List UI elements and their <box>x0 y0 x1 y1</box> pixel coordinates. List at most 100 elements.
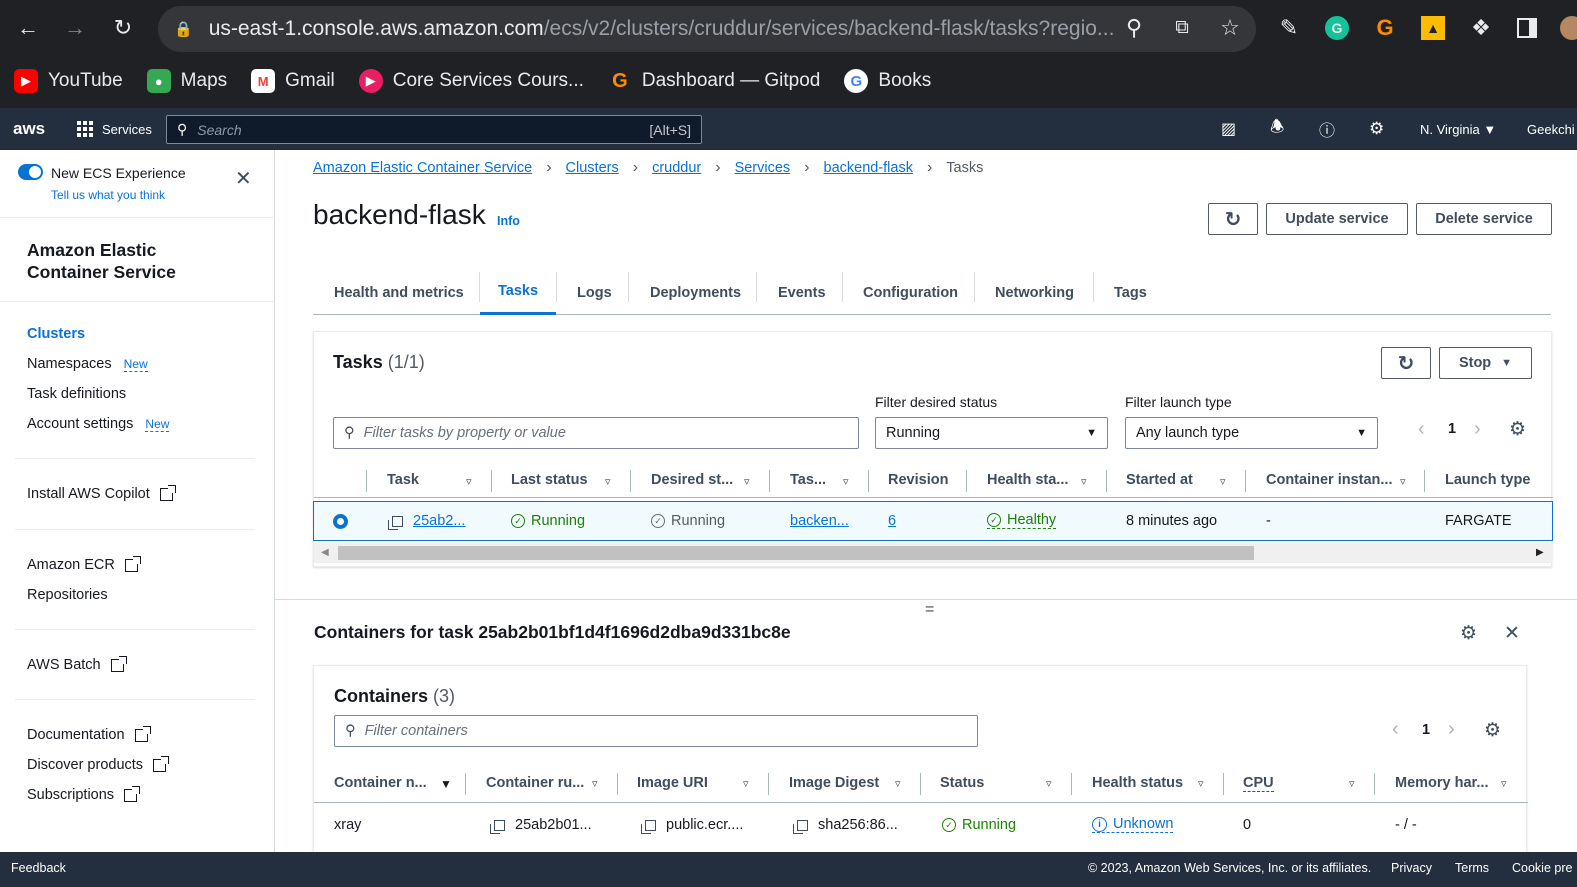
sort-caret-icon[interactable]: ▿ <box>605 475 611 488</box>
cell-task-definition[interactable]: backen... <box>790 513 849 529</box>
back-icon[interactable]: ← <box>14 14 42 42</box>
col-image-uri[interactable]: Image URI <box>637 775 708 791</box>
sort-caret-icon[interactable]: ▿ <box>1198 777 1204 790</box>
sidebar-item-aws-batch[interactable]: AWS Batch <box>27 655 127 673</box>
copy-icon[interactable] <box>793 819 808 834</box>
tab-logs[interactable]: Logs <box>577 270 612 315</box>
terms-link[interactable]: Terms <box>1455 861 1489 875</box>
desired-status-select[interactable]: Running ▼ <box>875 417 1108 449</box>
cell-task[interactable]: 25ab2... <box>388 513 465 530</box>
bookmark-core-services[interactable]: ▶ Core Services Cours... <box>358 69 584 93</box>
table-row[interactable] <box>313 501 1553 541</box>
sidebar-item-account-settings[interactable]: Account settings New <box>27 416 170 432</box>
sort-caret-icon[interactable]: ▿ <box>1220 475 1226 488</box>
bookmark-maps[interactable]: ● Maps <box>146 69 227 93</box>
tab-tasks[interactable]: Tasks <box>480 270 556 315</box>
forward-icon[interactable]: → <box>61 14 89 42</box>
next-page-icon[interactable]: › <box>1448 718 1455 741</box>
copy-icon[interactable] <box>490 819 505 834</box>
sort-caret-icon[interactable]: ▿ <box>1046 777 1052 790</box>
sort-caret-icon[interactable]: ▿ <box>744 475 750 488</box>
drawer-settings-gear-icon[interactable]: ⚙ <box>1460 622 1477 645</box>
resize-handle-icon[interactable]: = <box>925 601 934 619</box>
sort-caret-icon[interactable]: ▿ <box>843 475 849 488</box>
grammarly-icon[interactable]: G <box>1323 14 1351 42</box>
bookmark-gitpod[interactable]: G Dashboard — Gitpod <box>608 69 820 93</box>
cell-health-status[interactable]: i Unknown <box>1092 816 1174 833</box>
gitpod-extension-icon[interactable]: G <box>1371 14 1399 42</box>
update-service-button[interactable]: Update service <box>1266 203 1408 235</box>
col-container-name[interactable]: Container n... <box>334 775 427 791</box>
sort-caret-icon[interactable]: ▿ <box>743 777 749 790</box>
bookmark-youtube[interactable]: ▶ YouTube <box>14 69 123 93</box>
sidebar-item-repositories[interactable]: Repositories <box>27 587 108 603</box>
sort-caret-icon[interactable]: ▿ <box>466 475 472 488</box>
tasks-filter-input[interactable]: ⚲ Filter tasks by property or value <box>333 417 859 449</box>
tab-deployments[interactable]: Deployments <box>650 270 741 315</box>
account-menu[interactable]: Geekchi <box>1527 108 1575 150</box>
prev-page-icon[interactable]: ‹ <box>1392 718 1399 741</box>
horizontal-scrollbar[interactable]: ◀ ▶ <box>314 543 1553 563</box>
split-divider[interactable] <box>275 599 1577 600</box>
sort-caret-down-icon[interactable]: ▼ <box>440 777 452 791</box>
preferences-gear-icon[interactable]: ⚙ <box>1509 418 1526 441</box>
launch-type-select[interactable]: Any launch type ▼ <box>1125 417 1378 449</box>
col-health-status[interactable]: Health sta... <box>987 472 1068 488</box>
sidebar-item-clusters[interactable]: Clusters <box>27 326 85 342</box>
zoom-icon[interactable]: ⚲ <box>1120 14 1148 42</box>
col-started-at[interactable]: Started at <box>1126 472 1193 488</box>
tab-health-and-metrics[interactable]: Health and metrics <box>334 270 464 315</box>
tasks-refresh-button[interactable]: ↻ <box>1381 347 1431 379</box>
extensions-puzzle-icon[interactable]: ❖ <box>1467 14 1495 42</box>
warning-extension-icon[interactable]: ▲ <box>1419 14 1447 42</box>
col-task[interactable]: Task <box>387 472 419 488</box>
col-desired-status[interactable]: Desired st... <box>651 472 733 488</box>
page-number[interactable]: 1 <box>1422 722 1430 738</box>
side-panel-icon[interactable] <box>1513 14 1541 42</box>
col-task-definition[interactable]: Tas... <box>790 472 826 488</box>
col-health-status[interactable]: Health status <box>1092 775 1183 791</box>
help-icon[interactable]: ⓘ <box>1319 108 1335 150</box>
bookmark-star-icon[interactable]: ☆ <box>1216 14 1244 42</box>
tab-networking[interactable]: Networking <box>995 270 1074 315</box>
search-input[interactable]: ⚲ Search [Alt+S] <box>166 115 702 144</box>
col-container-instance[interactable]: Container instan... <box>1266 472 1393 488</box>
sidebar-item-documentation[interactable]: Documentation <box>27 725 151 743</box>
tab-tags[interactable]: Tags <box>1114 270 1147 315</box>
page-number[interactable]: 1 <box>1448 421 1456 437</box>
cell-health-status[interactable]: ✓ Healthy <box>987 512 1057 529</box>
sidebar-item-task-definitions[interactable]: Task definitions <box>27 386 126 402</box>
col-status[interactable]: Status <box>940 775 984 791</box>
aws-logo[interactable]: aws <box>13 108 45 150</box>
address-bar[interactable]: 🔒 us-east-1.console.aws.amazon.com/ecs/v… <box>158 6 1256 52</box>
sort-caret-icon[interactable]: ▿ <box>1400 475 1406 488</box>
breadcrumb-backend-flask[interactable]: backend-flask <box>824 160 913 176</box>
copy-icon[interactable] <box>641 819 656 834</box>
sort-caret-icon[interactable]: ▿ <box>1501 777 1507 790</box>
tab-events[interactable]: Events <box>778 270 826 315</box>
profile-avatar[interactable] <box>1558 14 1577 42</box>
row-radio[interactable] <box>333 514 348 529</box>
services-menu[interactable]: Services <box>77 108 152 150</box>
sort-caret-icon[interactable]: ▿ <box>592 777 598 790</box>
feedback-button[interactable]: Feedback <box>11 861 66 875</box>
region-selector[interactable]: N. Virginia ▼ <box>1420 108 1496 150</box>
tab-configuration[interactable]: Configuration <box>863 270 958 315</box>
sort-caret-icon[interactable]: ▿ <box>1349 777 1355 790</box>
sidebar-item-namespaces[interactable]: Namespaces New <box>27 356 148 372</box>
info-link[interactable]: Info <box>497 214 520 228</box>
breadcrumb-cruddur[interactable]: cruddur <box>652 160 701 176</box>
sidebar-title[interactable]: Amazon Elastic Container Service <box>27 239 176 283</box>
scroll-left-icon[interactable]: ◀ <box>321 547 329 558</box>
breadcrumb-ecs[interactable]: Amazon Elastic Container Service <box>313 160 532 176</box>
sidebar-item-install-copilot[interactable]: Install AWS Copilot <box>27 484 176 502</box>
containers-filter-input[interactable]: ⚲ Filter containers <box>334 715 978 747</box>
new-experience-toggle[interactable] <box>18 164 43 180</box>
share-icon[interactable]: ⧉ <box>1168 14 1196 42</box>
col-image-digest[interactable]: Image Digest <box>789 775 879 791</box>
cookie-preferences-link[interactable]: Cookie pre <box>1512 861 1572 875</box>
bookmark-gmail[interactable]: M Gmail <box>251 69 335 93</box>
settings-gear-icon[interactable]: ⚙ <box>1369 108 1384 150</box>
close-icon[interactable]: ✕ <box>235 169 252 189</box>
notifications-bell-icon[interactable]: 🕭 <box>1270 108 1284 150</box>
